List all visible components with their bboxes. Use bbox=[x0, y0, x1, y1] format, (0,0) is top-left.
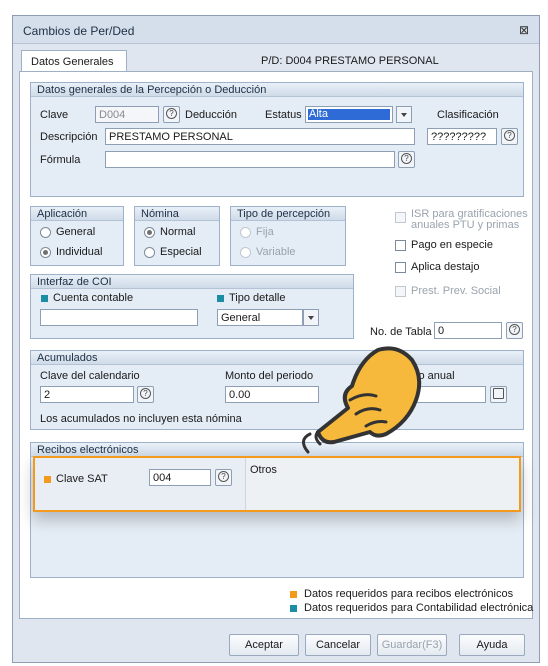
formula-input[interactable] bbox=[105, 151, 395, 168]
descripcion-input[interactable]: PRESTAMO PERSONAL bbox=[105, 128, 415, 145]
acumulados-heading: Acumulados bbox=[31, 351, 523, 365]
clasificacion-help-button[interactable]: ? bbox=[501, 128, 518, 145]
question-icon: ? bbox=[218, 471, 229, 482]
close-icon[interactable]: ⊠ bbox=[519, 23, 529, 37]
question-icon: ? bbox=[166, 108, 177, 119]
estatus-selected-value: Alta bbox=[308, 109, 390, 120]
destajo-label: Aplica destajo bbox=[411, 261, 480, 273]
cuenta-contable-label: Cuenta contable bbox=[53, 292, 134, 304]
perded-header: P/D: D004 PRESTAMO PERSONAL bbox=[261, 55, 439, 67]
estatus-dropdown-arrow[interactable] bbox=[396, 106, 412, 123]
pointing-hand-icon bbox=[302, 346, 422, 454]
individual-radio[interactable] bbox=[40, 247, 51, 258]
tab-datos-generales[interactable]: Datos Generales bbox=[21, 50, 127, 72]
especial-radio[interactable] bbox=[144, 247, 155, 258]
acumulados-note: Los acumulados no incluyen esta nómina bbox=[40, 413, 242, 425]
fija-label: Fija bbox=[256, 226, 274, 238]
tipo-detalle-dropdown-arrow[interactable] bbox=[303, 309, 319, 326]
acumulados-group: Acumulados Clave del calendario 2 ? Mont… bbox=[30, 350, 524, 430]
clasificacion-input[interactable]: ????????? bbox=[427, 128, 497, 145]
clave-sat-description: Otros bbox=[250, 464, 277, 476]
orange-required-marker bbox=[44, 476, 51, 483]
question-icon: ? bbox=[140, 388, 151, 399]
aplicacion-heading: Aplicación bbox=[31, 207, 123, 221]
question-icon: ? bbox=[509, 324, 520, 335]
fija-radio[interactable] bbox=[240, 227, 251, 238]
prest-social-checkbox[interactable] bbox=[395, 286, 406, 297]
destajo-checkbox[interactable] bbox=[395, 262, 406, 273]
tipo-label: Deducción bbox=[185, 109, 237, 121]
clave-sat-help-button[interactable]: ? bbox=[215, 469, 232, 486]
tipo-percepcion-group: Tipo de percepción Fija Variable bbox=[230, 206, 346, 266]
individual-label: Individual bbox=[56, 246, 103, 258]
datos-generales-group: Datos generales de la Percepción o Deduc… bbox=[30, 82, 524, 197]
pago-especie-checkbox[interactable] bbox=[395, 240, 406, 251]
question-icon: ? bbox=[401, 153, 412, 164]
general-label: General bbox=[56, 226, 96, 238]
general-radio[interactable] bbox=[40, 227, 51, 238]
especial-label: Especial bbox=[160, 246, 202, 258]
clave-input[interactable]: D004 bbox=[95, 106, 159, 123]
calculator-button[interactable] bbox=[490, 386, 507, 403]
aplicacion-group: Aplicación General Individual bbox=[30, 206, 124, 266]
normal-radio[interactable] bbox=[144, 227, 155, 238]
prest-social-label: Prest. Prev. Social bbox=[411, 285, 501, 297]
formula-label: Fórmula bbox=[40, 154, 81, 166]
teal-required-marker bbox=[217, 295, 224, 302]
dialog-window: Cambios de Per/Ded ⊠ Datos Generales P/D… bbox=[12, 15, 540, 663]
clave-sat-input[interactable]: 004 bbox=[149, 469, 211, 486]
variable-label: Variable bbox=[256, 246, 296, 258]
clave-calendario-label: Clave del calendario bbox=[40, 370, 140, 382]
teal-legend-marker bbox=[290, 605, 297, 612]
nomina-heading: Nómina bbox=[135, 207, 219, 221]
pago-especie-label: Pago en especie bbox=[411, 239, 493, 251]
variable-radio[interactable] bbox=[240, 247, 251, 258]
coi-heading: Interfaz de COI bbox=[31, 275, 353, 289]
clave-help-button[interactable]: ? bbox=[163, 106, 180, 123]
formula-help-button[interactable]: ? bbox=[398, 151, 415, 168]
recibos-highlight-box: Clave SAT 004 ? Otros bbox=[33, 456, 521, 512]
normal-label: Normal bbox=[160, 226, 196, 238]
orange-legend-marker bbox=[290, 591, 297, 598]
clave-calendario-input[interactable]: 2 bbox=[40, 386, 134, 403]
tipo-detalle-select[interactable]: General bbox=[217, 309, 303, 326]
no-tabla-input[interactable]: 0 bbox=[434, 322, 502, 339]
clasificacion-label: Clasificación bbox=[437, 109, 499, 121]
window-title: Cambios de Per/Ded bbox=[23, 24, 135, 38]
recibos-heading: Recibos electrónicos bbox=[31, 443, 523, 457]
teal-required-marker bbox=[41, 295, 48, 302]
no-tabla-help-button[interactable]: ? bbox=[506, 322, 523, 339]
estatus-label: Estatus bbox=[265, 109, 302, 121]
title-bar: Cambios de Per/Ded ⊠ bbox=[13, 16, 539, 44]
teal-legend-text: Datos requeridos para Contabilidad elect… bbox=[304, 602, 534, 614]
tab-panel: Datos generales de la Percepción o Deduc… bbox=[19, 71, 533, 619]
clave-sat-label: Clave SAT bbox=[56, 473, 108, 485]
tipo-percepcion-heading: Tipo de percepción bbox=[231, 207, 345, 221]
descripcion-label: Descripción bbox=[40, 131, 98, 143]
calculator-icon bbox=[493, 388, 504, 399]
question-icon: ? bbox=[504, 130, 515, 141]
cancelar-button[interactable]: Cancelar bbox=[305, 634, 371, 656]
isr-label: ISR para gratificaciones anuales PTU y p… bbox=[411, 208, 528, 231]
nomina-group: Nómina Normal Especial bbox=[134, 206, 220, 266]
orange-legend-text: Datos requeridos para recibos electrónic… bbox=[304, 588, 514, 600]
estatus-select[interactable]: Alta bbox=[305, 106, 393, 123]
cuenta-contable-input[interactable] bbox=[40, 309, 198, 326]
datos-generales-heading: Datos generales de la Percepción o Deduc… bbox=[31, 83, 523, 97]
tipo-detalle-label: Tipo detalle bbox=[229, 292, 286, 304]
calendario-help-button[interactable]: ? bbox=[137, 386, 154, 403]
aceptar-button[interactable]: Aceptar bbox=[229, 634, 299, 656]
guardar-button[interactable]: Guardar(F3) bbox=[377, 634, 447, 656]
isr-checkbox[interactable] bbox=[395, 212, 406, 223]
clave-label: Clave bbox=[40, 109, 69, 121]
ayuda-button[interactable]: Ayuda bbox=[459, 634, 525, 656]
